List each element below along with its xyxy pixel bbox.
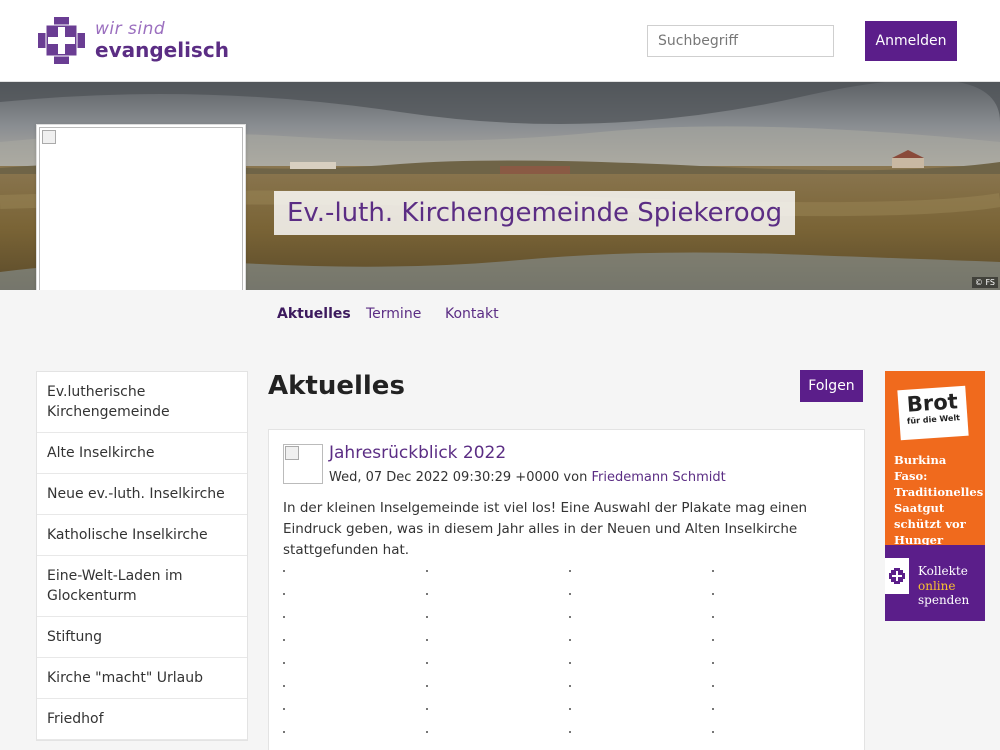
poster-placeholder	[426, 570, 428, 572]
poster-placeholder	[283, 593, 285, 595]
poster-placeholder	[283, 570, 285, 572]
poster-placeholder	[426, 685, 428, 687]
sidebar-item-kirchengemeinde[interactable]: Ev.lutherische Kirchengemeinde	[37, 372, 247, 433]
logo-text: wir sind evangelisch	[95, 19, 229, 62]
poster-image-grid	[283, 570, 853, 750]
ad-headline: Burkina Faso: Traditionelles Saatgut sch…	[894, 453, 984, 547]
tab-aktuelles[interactable]: Aktuelles	[277, 306, 351, 322]
poster-placeholder	[712, 639, 714, 641]
sidebar-item-katholische-inselkirche[interactable]: Katholische Inselkirche	[37, 515, 247, 556]
cross-logo-icon	[38, 17, 85, 64]
sidebar-item-alte-inselkirche[interactable]: Alte Inselkirche	[37, 433, 247, 474]
sidebar-item-stiftung[interactable]: Stiftung	[37, 617, 247, 658]
ad-donate-text: Kollekte online spenden	[918, 564, 969, 608]
poster-placeholder	[569, 708, 571, 710]
poster-placeholder	[569, 593, 571, 595]
poster-placeholder	[426, 662, 428, 664]
sidebar-item-urlaub[interactable]: Kirche "macht" Urlaub	[37, 658, 247, 699]
follow-button[interactable]: Folgen	[800, 370, 863, 402]
poster-placeholder	[712, 593, 714, 595]
poster-placeholder	[426, 731, 428, 733]
ad-bottom-panel: Kollekte online spenden	[885, 545, 985, 621]
sidebar-item-eine-welt-laden[interactable]: Eine-Welt-Laden im Glockenturm	[37, 556, 247, 617]
poster-placeholder	[283, 685, 285, 687]
sidebar-item-neue-inselkirche[interactable]: Neue ev.-luth. Inselkirche	[37, 474, 247, 515]
broken-image-icon	[285, 446, 299, 460]
poster-placeholder	[283, 662, 285, 664]
poster-placeholder	[426, 593, 428, 595]
logo-line1: wir sind	[95, 19, 166, 39]
ad-cross-box	[885, 558, 909, 594]
post-meta: Wed, 07 Dec 2022 09:30:29 +0000 von Frie…	[329, 470, 726, 485]
poster-placeholder	[283, 708, 285, 710]
poster-placeholder	[426, 639, 428, 641]
tab-nav: Aktuelles Termine Kontakt	[0, 290, 1000, 338]
copyright-badge: © FS	[971, 277, 998, 288]
poster-placeholder	[283, 616, 285, 618]
site-logo[interactable]: wir sind evangelisch	[38, 17, 229, 64]
tab-kontakt[interactable]: Kontakt	[445, 306, 499, 322]
news-post: Jahresrückblick 2022 Wed, 07 Dec 2022 09…	[268, 429, 865, 750]
ad-top-panel: Brot für die Welt Burkina Faso: Traditio…	[885, 371, 985, 547]
brot-fuer-die-welt-logo: Brot für die Welt	[897, 385, 969, 441]
poster-placeholder	[283, 639, 285, 641]
tab-termine[interactable]: Termine	[366, 306, 421, 322]
ad-kollekte: Kollekte	[918, 564, 968, 578]
logo-line2: evangelisch	[95, 38, 229, 62]
post-avatar	[283, 444, 323, 484]
poster-placeholder	[712, 731, 714, 733]
poster-placeholder	[569, 731, 571, 733]
login-button[interactable]: Anmelden	[865, 21, 957, 61]
ad-spenden: spenden	[918, 593, 970, 607]
search-input[interactable]	[647, 25, 834, 57]
poster-placeholder	[712, 570, 714, 572]
post-author-link[interactable]: Friedemann Schmidt	[591, 470, 725, 485]
cross-icon	[889, 568, 905, 584]
donation-ad[interactable]: Brot für die Welt Burkina Faso: Traditio…	[885, 371, 985, 621]
poster-placeholder	[712, 685, 714, 687]
page-title: Ev.-luth. Kirchengemeinde Spiekeroog	[274, 191, 796, 235]
section-heading: Aktuelles	[268, 371, 405, 401]
broken-image-icon	[42, 130, 56, 144]
poster-placeholder	[569, 570, 571, 572]
poster-placeholder	[712, 708, 714, 710]
poster-placeholder	[569, 639, 571, 641]
post-body: In der kleinen Inselgemeinde ist viel lo…	[283, 500, 808, 558]
poster-placeholder	[569, 662, 571, 664]
post-date: Wed, 07 Dec 2022 09:30:29 +0000	[329, 470, 560, 485]
poster-placeholder	[712, 616, 714, 618]
poster-placeholder	[426, 708, 428, 710]
ad-online: online	[918, 578, 956, 593]
site-header: wir sind evangelisch Anmelden	[0, 0, 1000, 82]
poster-placeholder	[712, 662, 714, 664]
poster-placeholder	[569, 685, 571, 687]
post-title-link[interactable]: Jahresrückblick 2022	[329, 443, 506, 463]
sidebar-menu: Ev.lutherische Kirchengemeinde Alte Inse…	[36, 371, 248, 741]
post-by: von	[563, 470, 588, 485]
poster-placeholder	[283, 731, 285, 733]
sidebar-item-friedhof[interactable]: Friedhof	[37, 699, 247, 740]
poster-placeholder	[569, 616, 571, 618]
poster-placeholder	[426, 616, 428, 618]
